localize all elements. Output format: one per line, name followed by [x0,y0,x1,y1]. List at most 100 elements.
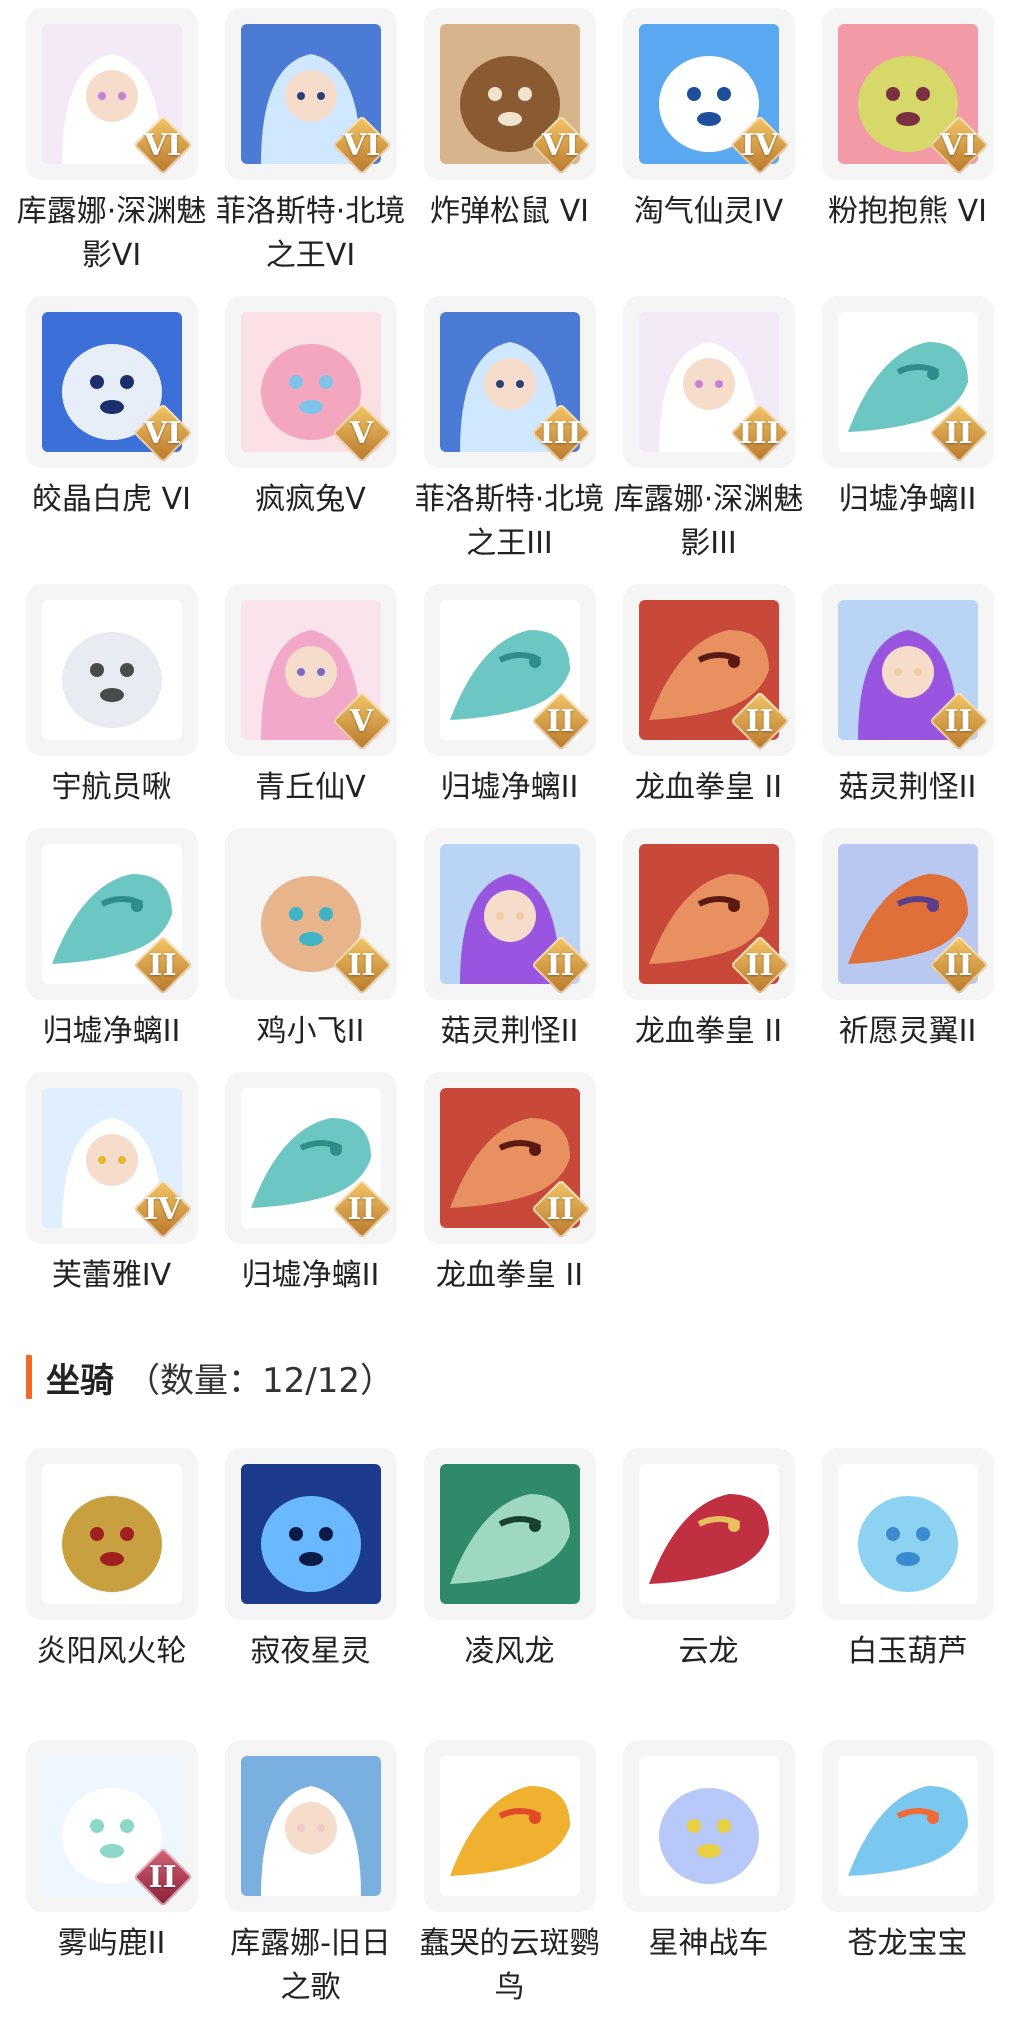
pet-card[interactable]: II 归墟净螭II [12,820,211,1064]
pet-thumbnail[interactable]: II [622,828,795,1000]
mount-card[interactable]: 寂夜星灵 [211,1440,410,1732]
pet-thumbnail[interactable]: II [423,584,596,756]
pet-card[interactable]: II 菇灵荆怪II [410,820,609,1064]
mount-thumbnail[interactable] [821,1740,994,1912]
pet-thumbnail[interactable]: V [224,296,397,468]
pet-card[interactable]: VI 粉抱抱熊 VI [808,0,1007,288]
pet-card[interactable]: II 龙血拳皇 II [410,1064,609,1308]
pet-thumbnail[interactable] [25,584,198,756]
pet-name: 鸡小飞II [256,1014,365,1049]
pet-name: 粉抱抱熊 VI [828,194,987,229]
rank-badge-icon: II [729,935,790,995]
rank-badge-icon: III [530,403,591,463]
pet-thumbnail[interactable]: IV [25,1072,198,1244]
pet-card[interactable]: II 归墟净螭II [211,1064,410,1308]
mount-card[interactable]: 云龙 [609,1440,808,1732]
mounts-section-count: （数量：12/12） [126,1360,394,1401]
mount-thumbnail[interactable] [224,1448,397,1620]
pet-card[interactable]: V 青丘仙V [211,576,410,820]
mount-thumbnail[interactable] [25,1448,198,1620]
rank-numeral: II [347,947,376,983]
mount-thumbnail[interactable]: II [25,1740,198,1912]
rank-numeral: II [148,1859,177,1895]
rank-badge-icon: II [132,1847,193,1907]
pet-card[interactable]: VI 皎晶白虎 VI [12,288,211,576]
mount-thumbnail[interactable] [423,1448,596,1620]
pet-thumbnail[interactable]: II [622,584,795,756]
mount-card[interactable]: 凌风龙 [410,1440,609,1732]
rank-numeral: II [546,1191,575,1227]
pet-card[interactable]: 宇航员啾 [12,576,211,820]
parrot-icon [439,1756,580,1896]
pet-thumbnail[interactable]: III [423,296,596,468]
pet-card[interactable]: IV 芙蕾雅IV [12,1064,211,1308]
pet-thumbnail[interactable]: II [423,828,596,1000]
pet-thumbnail[interactable]: VI [821,8,994,180]
mount-name: 苍龙宝宝 [847,1926,968,1961]
pet-name: 淘气仙灵IV [633,194,784,229]
rank-numeral: II [546,703,575,739]
pet-thumbnail[interactable]: VI [224,8,397,180]
pet-card[interactable]: V 疯疯兔V [211,288,410,576]
pet-card[interactable]: II 龙血拳皇 II [609,576,808,820]
pet-thumbnail[interactable]: II [25,828,198,1000]
rank-badge-icon: VI [530,115,591,175]
pet-card[interactable]: VI 菲洛斯特·北境之王VI [211,0,410,288]
pet-thumbnail[interactable]: II [423,1072,596,1244]
pet-card[interactable]: VI 炸弹松鼠 VI [410,0,609,288]
astronaut-cow-icon [41,600,182,740]
rank-numeral: II [347,1191,376,1227]
pet-name: 祈愿灵翼II [838,1014,977,1049]
mount-card[interactable]: 星神战车 [609,1732,808,2024]
section-accent-bar [26,1355,32,1399]
rank-numeral: VI [541,127,580,163]
rank-badge-icon: III [729,403,790,463]
mount-card[interactable]: II 雾屿鹿II [12,1732,211,2024]
pet-card[interactable]: II 归墟净螭II [410,576,609,820]
mount-name: 白玉葫芦 [847,1634,968,1669]
pet-card[interactable]: III 库露娜·深渊魅影III [609,288,808,576]
pet-card[interactable]: II 祈愿灵翼II [808,820,1007,1064]
pet-name: 青丘仙V [255,770,366,805]
pet-name: 库露娜·深渊魅影VI [16,194,207,273]
pet-name: 炸弹松鼠 VI [430,194,589,229]
mount-card[interactable]: 蠢哭的云斑鹦鸟 [410,1732,609,2024]
pet-thumbnail[interactable]: II [224,1072,397,1244]
pet-card[interactable]: VI 库露娜·深渊魅影VI [12,0,211,288]
pet-thumbnail[interactable]: II [821,296,994,468]
rank-badge-icon: II [928,403,989,463]
mount-name: 凌风龙 [464,1634,555,1669]
mount-name: 寂夜星灵 [250,1634,371,1669]
pet-thumbnail[interactable]: II [821,584,994,756]
mount-card[interactable]: 苍龙宝宝 [808,1732,1007,2024]
mount-card[interactable]: 炎阳风火轮 [12,1440,211,1732]
pet-thumbnail[interactable]: III [622,296,795,468]
pet-card[interactable]: III 菲洛斯特·北境之王III [410,288,609,576]
pet-name: 菇灵荆怪II [440,1014,579,1049]
pet-thumbnail[interactable]: VI [25,8,198,180]
pet-thumbnail[interactable]: IV [622,8,795,180]
pet-card[interactable]: II 鸡小飞II [211,820,410,1064]
rank-numeral: II [944,415,973,451]
mount-card[interactable]: 白玉葫芦 [808,1440,1007,1732]
rank-numeral: III [539,415,582,451]
mount-thumbnail[interactable] [622,1448,795,1620]
mount-thumbnail[interactable] [224,1740,397,1912]
pet-card[interactable]: II 龙血拳皇 II [609,820,808,1064]
rank-numeral: III [738,415,781,451]
pet-thumbnail[interactable]: VI [25,296,198,468]
pet-card[interactable]: II 菇灵荆怪II [808,576,1007,820]
mount-thumbnail[interactable] [821,1448,994,1620]
rank-numeral: VI [342,127,381,163]
mount-thumbnail[interactable] [423,1740,596,1912]
pet-thumbnail[interactable]: V [224,584,397,756]
mount-card[interactable]: 库露娜-旧日之歌 [211,1732,410,2024]
jade-gourd-icon [837,1464,978,1604]
pet-thumbnail[interactable]: II [224,828,397,1000]
pet-card[interactable]: IV 淘气仙灵IV [609,0,808,288]
pet-card[interactable]: II 归墟净螭II [808,288,1007,576]
rank-numeral: II [546,947,575,983]
pet-thumbnail[interactable]: VI [423,8,596,180]
mount-thumbnail[interactable] [622,1740,795,1912]
pet-thumbnail[interactable]: II [821,828,994,1000]
